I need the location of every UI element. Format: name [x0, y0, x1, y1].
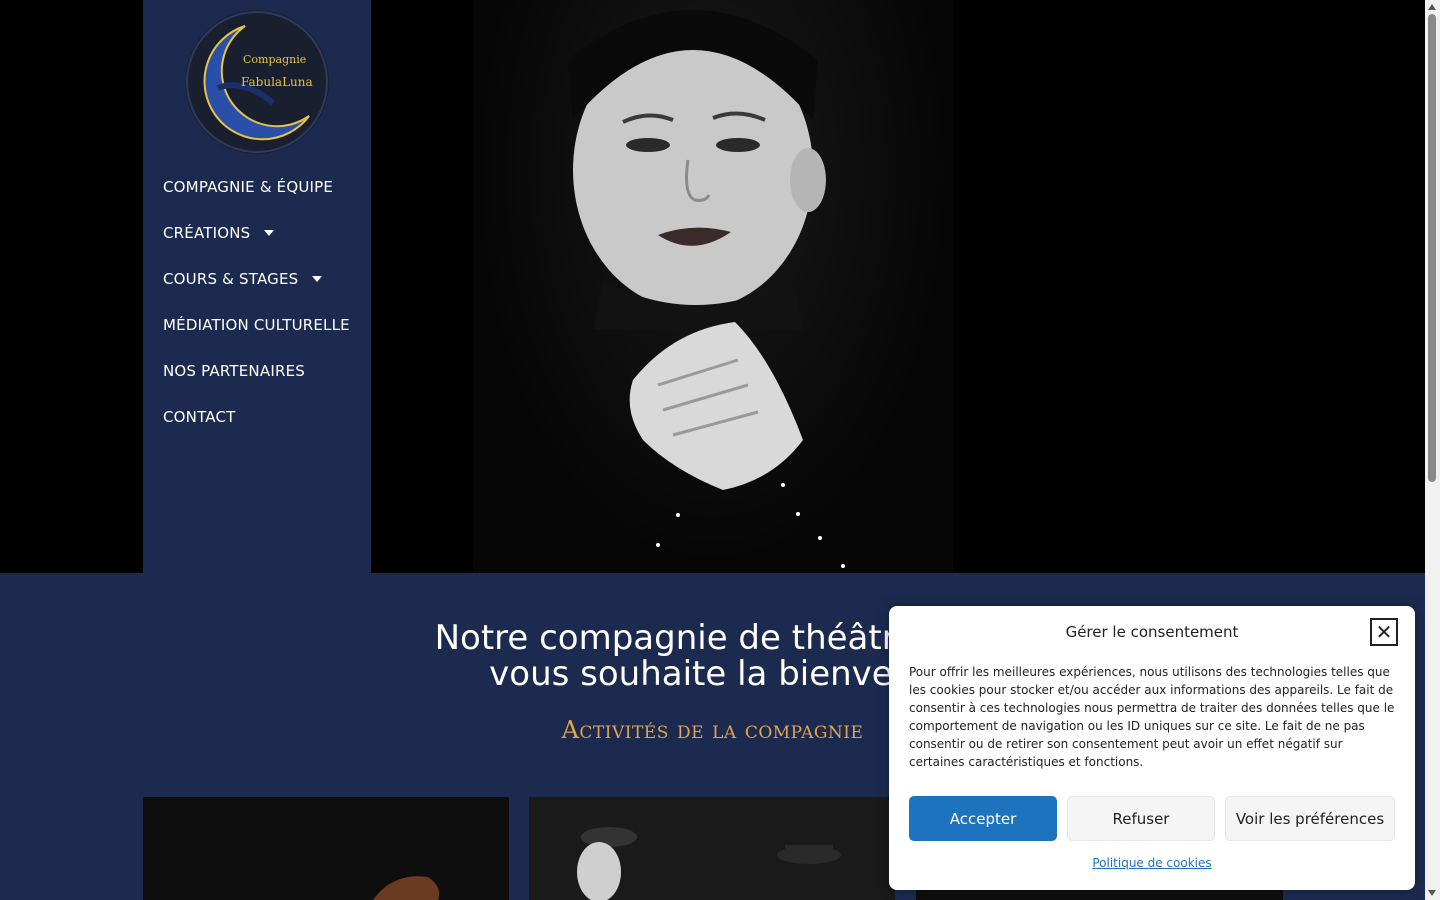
nav-item-label: NOS PARTENAIRES: [163, 362, 305, 380]
preferences-button[interactable]: Voir les préférences: [1225, 796, 1395, 841]
activity-card[interactable]: [143, 797, 509, 900]
cookie-consent-modal: Gérer le consentement ✕ Pour offrir les …: [889, 606, 1415, 890]
nav-item-creations[interactable]: CRÉATIONS: [163, 210, 350, 256]
modal-body-text: Pour offrir les meilleures expériences, …: [909, 665, 1395, 769]
nav-item-cours-stages[interactable]: COURS & STAGES: [163, 256, 350, 302]
activity-card-image: [373, 876, 440, 900]
actress-portrait-image: [568, 10, 845, 568]
scrollbar-thumb[interactable]: [1428, 14, 1436, 482]
activity-card-image: [577, 827, 841, 900]
company-logo[interactable]: Compagnie FabulaLuna: [183, 8, 331, 156]
nav-item-label: CRÉATIONS: [163, 224, 251, 242]
nav-item-mediation-culturelle[interactable]: MÉDIATION CULTURELLE: [163, 302, 350, 348]
activity-card[interactable]: [529, 797, 895, 900]
svg-text:Compagnie: Compagnie: [243, 53, 306, 66]
caret-down-icon[interactable]: [312, 276, 323, 282]
refuse-button[interactable]: Refuser: [1067, 796, 1215, 841]
sidebar: Compagnie FabulaLuna COMPAGNIE & ÉQUIPE …: [143, 0, 371, 573]
close-icon[interactable]: ✕: [1370, 618, 1398, 646]
hero-photo: [473, 0, 953, 573]
svg-text:FabulaLuna: FabulaLuna: [241, 75, 313, 89]
nav-item-label: COMPAGNIE & ÉQUIPE: [163, 178, 334, 196]
headline-line-2: vous souhaite la bienvenu: [489, 654, 936, 694]
scroll-down-arrow-icon[interactable]: [1428, 890, 1436, 896]
caret-down-icon[interactable]: [264, 230, 275, 236]
nav-item-label: MÉDIATION CULTURELLE: [163, 316, 350, 334]
nav-item-label: COURS & STAGES: [163, 270, 299, 288]
nav-item-label: CONTACT: [163, 408, 236, 426]
nav-item-contact[interactable]: CONTACT: [163, 394, 350, 440]
accept-button[interactable]: Accepter: [909, 796, 1057, 841]
modal-title: Gérer le consentement: [1065, 623, 1239, 641]
hero-banner: Compagnie FabulaLuna COMPAGNIE & ÉQUIPE …: [0, 0, 1425, 573]
nav-item-compagnie-equipe[interactable]: COMPAGNIE & ÉQUIPE: [163, 164, 350, 210]
cookie-policy-link[interactable]: Politique de cookies: [889, 856, 1415, 870]
nav-item-nos-partenaires[interactable]: NOS PARTENAIRES: [163, 348, 350, 394]
scroll-up-arrow-icon[interactable]: [1428, 4, 1436, 10]
page-scrollbar[interactable]: [1425, 0, 1440, 900]
moon-logo-icon: Compagnie FabulaLuna: [185, 10, 329, 154]
main-navigation: COMPAGNIE & ÉQUIPE CRÉATIONS COURS & STA…: [163, 164, 350, 440]
